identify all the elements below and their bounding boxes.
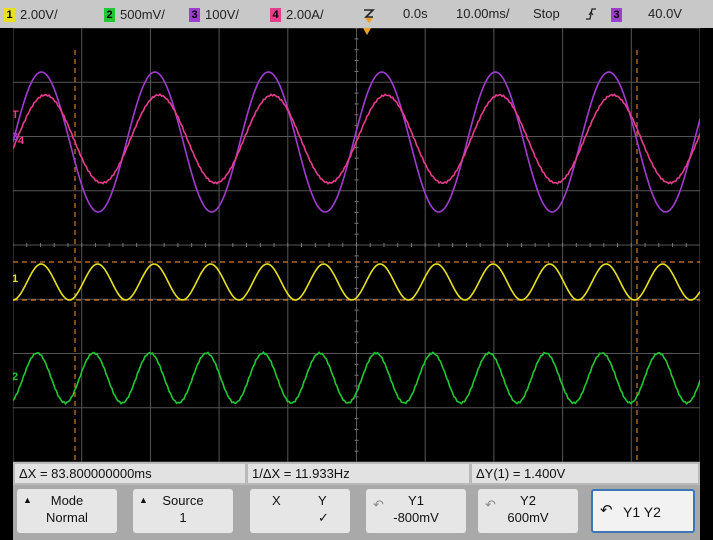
trigger-position-icon — [364, 9, 375, 23]
run-state: Stop — [533, 6, 560, 21]
ch1-scale[interactable]: 1 2.00V/ — [4, 6, 58, 22]
trigger-source[interactable]: 3 — [611, 6, 627, 22]
cursor-readouts: ΔX = 83.800000000ms 1/ΔX = 11.933Hz ΔY(1… — [13, 462, 700, 485]
trigger-source-badge: 3 — [611, 7, 622, 22]
graticule: T 3 4 1 2 — [13, 28, 700, 462]
waveform-display: T 3 4 1 2 — [13, 28, 700, 462]
timebase-readout[interactable]: 10.00ms/ — [456, 6, 509, 21]
ch1-badge: 1 — [4, 7, 15, 22]
trigger-position-marker — [363, 28, 371, 35]
status-bar: 1 2.00V/ 2 500mV/ 3 100V/ 4 2.00A/ 0.0s 10.0… — [0, 0, 713, 28]
ch4-ground-marker[interactable]: 4 — [18, 135, 25, 147]
ch4-badge: 4 — [270, 7, 281, 22]
trigger-level[interactable]: 40.0V — [648, 6, 682, 21]
softkey-bar: ▲ Mode Normal ▲ Source 1 X Y ✓ ↶ Y1 -800… — [13, 485, 700, 540]
delta-y-readout: ΔY(1) = 1.400V — [472, 464, 698, 483]
mode-softkey[interactable]: ▲ Mode Normal — [17, 489, 117, 533]
y1y2-softkey[interactable]: ↶ Y1 Y2 — [591, 489, 695, 533]
ch3-scale[interactable]: 3 100V/ — [189, 6, 239, 22]
rotate-knob-icon: ↶ — [600, 502, 613, 519]
ch1-ground-marker[interactable]: 1 — [13, 273, 18, 285]
ch3-badge: 3 — [189, 7, 200, 22]
delay-readout[interactable]: 0.0s — [403, 6, 428, 21]
rising-edge-icon — [586, 8, 596, 20]
inverse-delta-x-readout: 1/ΔX = 11.933Hz — [248, 464, 469, 483]
y1-softkey[interactable]: ↶ Y1 -800mV — [366, 489, 466, 533]
trigger-level-marker[interactable]: T — [13, 109, 19, 121]
ch2-badge: 2 — [104, 7, 115, 22]
ch4-scale[interactable]: 4 2.00A/ — [270, 6, 324, 22]
delta-x-readout: ΔX = 83.800000000ms — [15, 464, 245, 483]
ch2-ground-marker[interactable]: 2 — [13, 371, 18, 383]
source-softkey[interactable]: ▲ Source 1 — [133, 489, 233, 533]
ch2-scale[interactable]: 2 500mV/ — [104, 6, 165, 22]
xy-softkey[interactable]: X Y ✓ — [250, 489, 350, 533]
y2-softkey[interactable]: ↶ Y2 600mV — [478, 489, 578, 533]
check-icon: ✓ — [318, 510, 329, 525]
